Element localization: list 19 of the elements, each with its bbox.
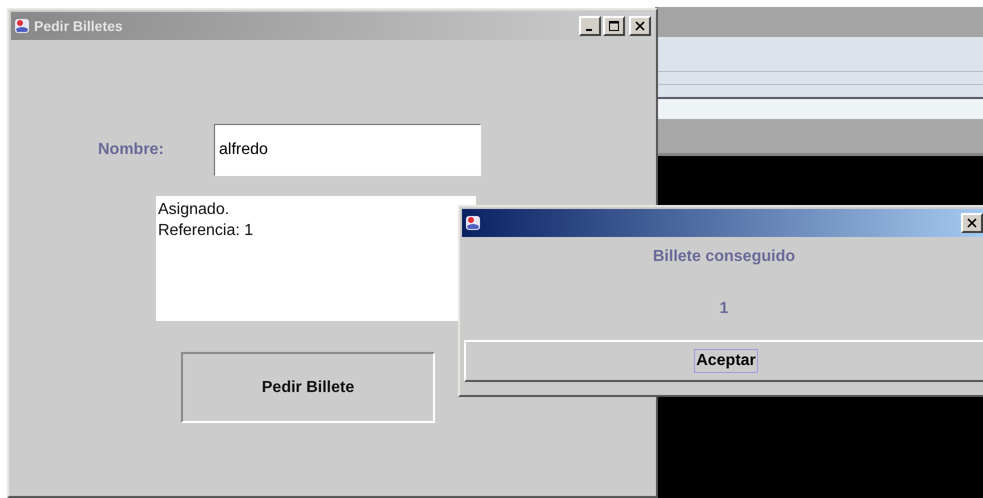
minimize-button[interactable] xyxy=(579,16,601,36)
minimize-icon xyxy=(586,28,592,30)
request-ticket-button[interactable]: Pedir Billete xyxy=(181,352,435,423)
dialog-message: Billete conseguido xyxy=(652,248,796,266)
window-title: Pedir Billetes xyxy=(34,18,123,34)
close-icon xyxy=(635,21,645,31)
output-line: Referencia: 1 xyxy=(158,221,254,241)
name-field[interactable]: alfredo xyxy=(214,124,481,176)
accept-button[interactable]: Aceptar xyxy=(464,340,983,382)
app-icon xyxy=(14,18,30,34)
output-line: Asignado. xyxy=(158,200,230,220)
maximize-button[interactable] xyxy=(603,16,625,36)
close-icon xyxy=(967,218,977,228)
maximize-icon xyxy=(609,21,619,31)
close-button[interactable] xyxy=(961,213,983,233)
name-label: Nombre: xyxy=(98,141,165,159)
app-icon xyxy=(465,215,481,231)
ticket-number: 1 xyxy=(720,300,728,318)
close-button[interactable] xyxy=(629,16,651,36)
